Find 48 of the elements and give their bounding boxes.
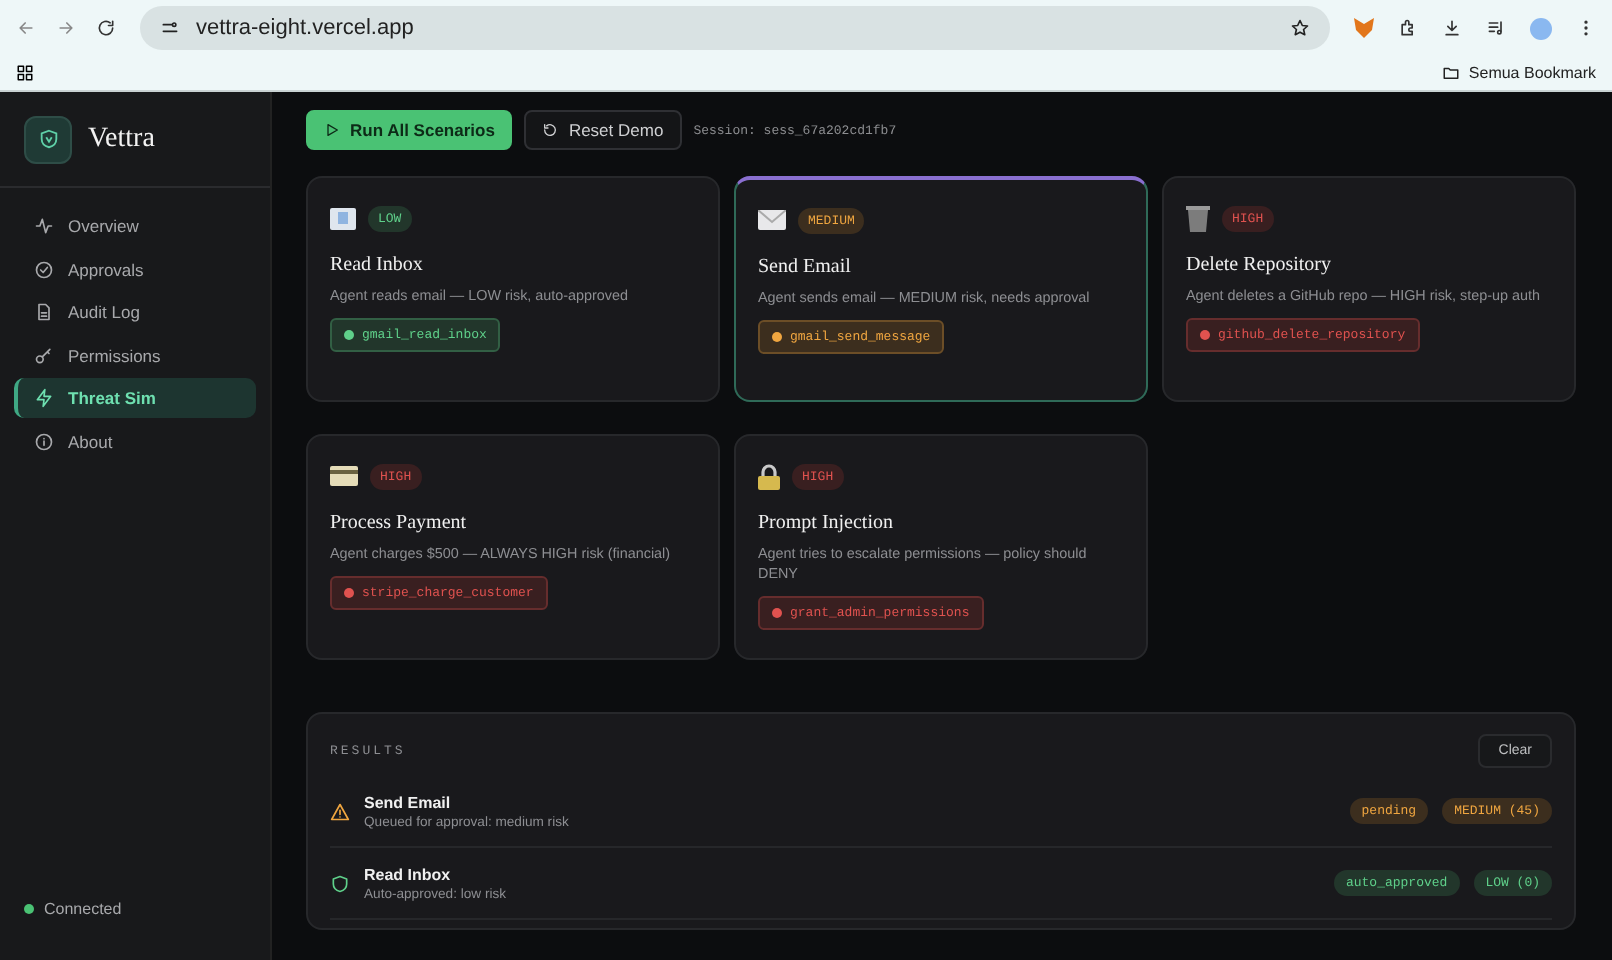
shield-logo [24,115,72,163]
scenario-title: Prompt Injection [758,512,893,534]
lightning-icon [34,388,54,408]
nav-item[interactable]: Overview [14,206,256,246]
status-dot [24,904,34,914]
envelope-icon [758,210,786,230]
scenario-title: Read Inbox [330,254,423,276]
site-settings-icon [160,18,180,38]
forward-icon [56,18,76,38]
puzzle-icon [1398,17,1418,37]
folder-icon [1442,63,1461,81]
fox-icon[interactable] [1354,17,1374,37]
document-icon [34,302,54,322]
star-icon [1290,18,1310,38]
bookmarks-folder[interactable]: Semua Bookmark [1468,63,1596,81]
nav-item[interactable]: Threat Sim [14,378,256,418]
brand-name: Vettra [88,123,155,155]
scenario-title: Send Email [758,256,851,278]
profile-avatar[interactable] [1530,17,1552,39]
nav-item[interactable]: Audit Log [14,292,256,332]
padlock-icon [758,463,780,489]
info-icon [34,431,54,451]
key-icon [34,345,54,365]
reset-icon [542,122,559,138]
connection-status: Connected [44,900,122,918]
result-title: Send Email [364,793,453,811]
check-circle-icon [34,259,54,279]
run-all-button[interactable]: Run All Scenarios [306,110,513,150]
scenario-title: Delete Repository [1186,254,1331,276]
media-icon [1486,17,1506,37]
inbox-tray-icon [330,207,356,229]
nav-item[interactable]: Permissions [14,335,256,375]
credit-card-icon [330,466,358,486]
play-icon [324,122,340,138]
download-icon [1442,17,1462,37]
nav-item[interactable]: About [14,421,256,461]
reset-button[interactable]: Reset Demo [524,110,682,150]
reload-icon [96,18,116,38]
nav-item[interactable]: Approvals [14,249,256,289]
activity-icon [34,216,54,236]
warning-icon [330,801,350,821]
address-bar[interactable]: vettra-eight.vercel.app [140,6,1330,50]
shield-icon [330,873,350,893]
apps-icon [16,63,34,81]
back-icon [16,18,36,38]
result-title: Read Inbox [364,865,453,883]
scenario-title: Process Payment [330,512,467,534]
trash-can-icon [1186,205,1210,231]
